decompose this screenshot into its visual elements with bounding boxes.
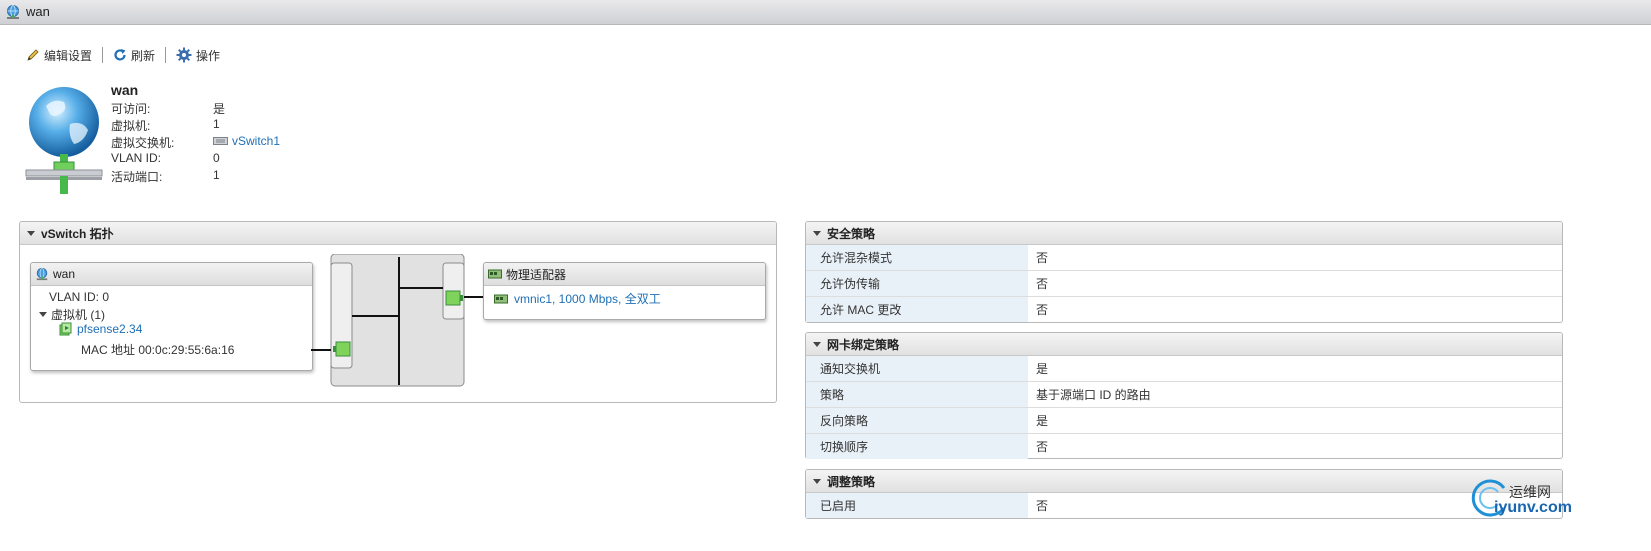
policy-key: 允许伪传输 xyxy=(806,270,1028,297)
policy-value: 否 xyxy=(1028,270,1562,297)
teaming-policy-header[interactable]: 网卡绑定策略 xyxy=(806,333,1562,356)
vswitch-link[interactable]: vSwitch1 xyxy=(213,134,280,148)
policy-key: 已启用 xyxy=(806,493,1028,518)
network-globe-icon xyxy=(25,87,103,194)
vms-tree-toggle[interactable]: 虚拟机 (1) xyxy=(39,306,105,323)
vm-mac: MAC 地址 00:0c:29:55:6a:16 xyxy=(81,343,235,357)
collapse-caret-icon[interactable] xyxy=(813,478,821,484)
table-row: 反向策略 是 xyxy=(806,407,1562,434)
network-globe-icon xyxy=(36,267,48,281)
summary-row-accessible: 可访问: 是 xyxy=(111,100,411,117)
policy-key: 反向策略 xyxy=(806,407,1028,434)
summary-key: 可访问: xyxy=(111,102,151,116)
expand-caret-icon xyxy=(39,312,47,317)
site-watermark: 运维网 iyunv.com xyxy=(1470,478,1640,518)
summary-row-vswitch: 虚拟交换机: vSwitch1 xyxy=(111,134,411,151)
physical-adapters-box: 物理适配器 vmnic1, 1000 Mbps, 全双工 xyxy=(483,262,766,320)
shaping-policy-header[interactable]: 调整策略 xyxy=(806,470,1562,493)
security-policy-table: 允许混杂模式 否 允许伪传输 否 允许 MAC 更改 否 xyxy=(806,245,1562,322)
edit-settings-label: 编辑设置 xyxy=(44,48,93,63)
vm-link[interactable]: pfsense2.34 xyxy=(59,322,142,336)
collapse-caret-icon[interactable] xyxy=(813,230,821,236)
summary-value: 1 xyxy=(213,117,220,131)
pencil-icon xyxy=(27,49,39,61)
policy-value: 否 xyxy=(1036,251,1049,265)
toolbar: 编辑设置 刷新 操作 xyxy=(22,46,224,64)
refresh-button[interactable]: 刷新 xyxy=(109,47,159,64)
teaming-policy-title: 网卡绑定策略 xyxy=(827,337,900,352)
portgroup-box-header: wan xyxy=(31,263,312,286)
policy-key: 允许 MAC 更改 xyxy=(806,296,1028,322)
table-row: 通知交换机 是 xyxy=(806,356,1562,382)
summary-value: 0 xyxy=(213,151,220,165)
teaming-policy-panel: 网卡绑定策略 通知交换机 是 策略 基于源端口 ID 的路由 反向策略 是 切换… xyxy=(805,332,1563,459)
table-row: 允许伪传输 否 xyxy=(806,270,1562,297)
vswitch-link-label: vSwitch1 xyxy=(232,134,281,148)
policy-key: 策略 xyxy=(806,381,1028,408)
watermark-domain: iyunv.com xyxy=(1494,499,1572,516)
summary-key: VLAN ID: xyxy=(111,151,162,165)
teaming-policy-table: 通知交换机 是 策略 基于源端口 ID 的路由 反向策略 是 切换顺序 否 xyxy=(806,356,1562,459)
policy-value: 是 xyxy=(1036,362,1049,376)
policy-value: 否 xyxy=(1028,433,1562,459)
shaping-policy-table: 已启用 否 xyxy=(806,493,1562,518)
summary-key: 活动端口: xyxy=(111,170,163,184)
policy-value: 否 xyxy=(1028,296,1562,322)
table-row: 策略 基于源端口 ID 的路由 xyxy=(806,381,1562,408)
summary-value: 是 xyxy=(213,102,226,116)
security-policy-panel: 安全策略 允许混杂模式 否 允许伪传输 否 允许 MAC 更改 否 xyxy=(805,221,1563,323)
refresh-label: 刷新 xyxy=(131,48,156,63)
collapse-caret-icon[interactable] xyxy=(813,341,821,347)
shaping-policy-title: 调整策略 xyxy=(827,474,876,489)
portgroup-vlan: VLAN ID: 0 xyxy=(49,290,110,304)
toolbar-divider xyxy=(165,47,167,63)
gear-icon xyxy=(176,47,192,63)
physical-adapters-title: 物理适配器 xyxy=(506,267,567,282)
portgroup-box-title: wan xyxy=(53,267,76,281)
vswitch-topology-header[interactable]: vSwitch 拓扑 xyxy=(20,222,776,245)
toolbar-divider xyxy=(102,47,104,63)
network-card-icon xyxy=(488,269,502,279)
edit-settings-button[interactable]: 编辑设置 xyxy=(22,47,96,64)
summary-row-active-ports: 活动端口: 1 xyxy=(111,168,411,185)
policy-key: 允许混杂模式 xyxy=(806,245,1028,271)
vswitch-diagram xyxy=(311,254,483,387)
summary-value: 1 xyxy=(213,168,220,182)
portgroup-name: wan xyxy=(111,82,139,98)
window-titlebar: wan xyxy=(0,0,1651,25)
switch-icon xyxy=(213,137,228,145)
policy-value: 是 xyxy=(1028,407,1562,434)
window-title: wan xyxy=(26,4,50,19)
table-row: 允许混杂模式 否 xyxy=(806,245,1562,271)
table-row: 允许 MAC 更改 否 xyxy=(806,296,1562,322)
physical-adapters-header: 物理适配器 xyxy=(484,263,765,286)
vswitch-topology-title: vSwitch 拓扑 xyxy=(41,226,114,241)
portgroup-box: wan VLAN ID: 0 虚拟机 (1) pfsense2.34 MAC 地… xyxy=(30,262,313,371)
actions-label: 操作 xyxy=(196,48,221,63)
policy-value: 基于源端口 ID 的路由 xyxy=(1028,381,1562,408)
summary-row-vlan: VLAN ID: 0 xyxy=(111,151,411,168)
vms-tree-label: 虚拟机 (1) xyxy=(51,308,106,322)
collapse-caret-icon[interactable] xyxy=(27,230,35,236)
summary-key: 虚拟交换机: xyxy=(111,136,175,150)
security-policy-header[interactable]: 安全策略 xyxy=(806,222,1562,245)
virtual-machine-icon xyxy=(59,322,72,336)
summary-row-vms: 虚拟机: 1 xyxy=(111,117,411,134)
table-row: 切换顺序 否 xyxy=(806,433,1562,459)
vm-name: pfsense2.34 xyxy=(77,322,143,336)
refresh-icon xyxy=(114,49,126,61)
actions-button[interactable]: 操作 xyxy=(172,47,224,64)
policy-key: 通知交换机 xyxy=(806,356,1028,382)
nic-label: vmnic1, 1000 Mbps, 全双工 xyxy=(514,292,661,306)
table-row: 已启用 否 xyxy=(806,493,1562,518)
policy-key: 切换顺序 xyxy=(806,433,1028,459)
network-card-icon xyxy=(494,294,508,303)
network-globe-icon xyxy=(7,5,19,19)
security-policy-title: 安全策略 xyxy=(827,226,876,241)
summary-key: 虚拟机: xyxy=(111,119,151,133)
nic-link[interactable]: vmnic1, 1000 Mbps, 全双工 xyxy=(494,290,661,307)
vswitch-topology-panel: vSwitch 拓扑 wan VLAN ID: 0 虚拟机 (1) pfsens… xyxy=(19,221,777,403)
shaping-policy-panel: 调整策略 已启用 否 xyxy=(805,469,1563,519)
